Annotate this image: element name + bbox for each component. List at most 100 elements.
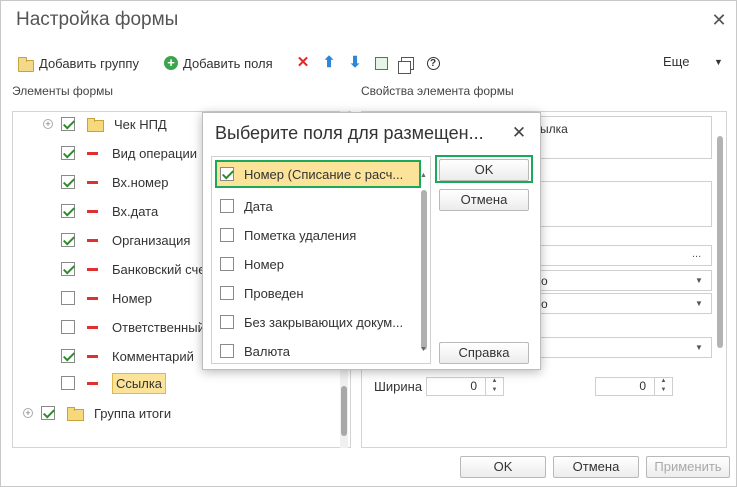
properties-scrollbar-thumb[interactable] [717, 136, 723, 348]
more-dropdown-icon[interactable]: ▼ [714, 57, 723, 67]
chevron-down-icon[interactable]: ▼ [695, 299, 703, 308]
combo-field-3[interactable]: ▼ [536, 337, 712, 358]
tree-item-label: Вид операции [112, 145, 198, 161]
field-icon [87, 238, 98, 242]
list-item[interactable]: Пометка удаления [220, 224, 356, 246]
add-group-button[interactable]: Добавить группу [18, 53, 139, 73]
tree-item-label: Ответственный [112, 319, 205, 335]
move-up-icon[interactable]: ⬆ [320, 54, 338, 72]
help-icon: ? [426, 57, 440, 70]
tree-row[interactable]: Номер [61, 287, 152, 309]
tree-row-group[interactable]: + Чек НПД [43, 113, 167, 135]
dialog-close-icon[interactable]: ✕ [510, 124, 528, 142]
tree-item-label: Группа итоги [94, 405, 172, 421]
tooltip-field[interactable] [536, 181, 712, 227]
add-fields-button[interactable]: + Добавить поля [164, 53, 273, 73]
tree-checkbox[interactable] [61, 175, 75, 189]
tree-row[interactable]: Комментарий [61, 345, 194, 367]
list-item-label: Валюта [244, 343, 290, 359]
properties-scrollbar[interactable] [716, 116, 724, 386]
height-spin[interactable]: ▲ ▼ [654, 377, 672, 396]
footer-cancel-button[interactable]: Отмена [553, 456, 639, 478]
list-item-checkbox[interactable] [220, 257, 234, 271]
field-icon [87, 151, 98, 155]
expand-icon[interactable]: + [43, 119, 53, 129]
field-icon [87, 381, 98, 385]
tree-scrollbar-thumb[interactable] [341, 386, 347, 436]
expand-icon[interactable]: + [23, 408, 33, 418]
folder-icon [67, 407, 84, 421]
list-item-checkbox[interactable] [220, 286, 234, 300]
add-fields-label: Добавить поля [183, 55, 273, 71]
move-down-icon[interactable]: ⬇ [346, 54, 364, 72]
width-value: 0 [470, 379, 477, 393]
list-item[interactable]: Дата [220, 195, 273, 217]
height-value: 0 [639, 379, 646, 393]
tree-checkbox[interactable] [61, 204, 75, 218]
tree-row[interactable]: Вх.дата [61, 200, 158, 222]
tree-checkbox[interactable] [61, 376, 75, 390]
list-item[interactable]: Без закрывающих докум... [220, 311, 403, 333]
dialog-title: Выберите поля для размещен... [215, 123, 484, 143]
tree-row-selected[interactable]: Ссылка [61, 372, 167, 394]
check-all-button[interactable] [372, 54, 390, 72]
tree-checkbox[interactable] [41, 406, 55, 420]
tree-row[interactable]: Организация [61, 229, 190, 251]
tree-checkbox[interactable] [61, 349, 75, 363]
select-fields-dialog: Выберите поля для размещен... ✕ Номер (С… [202, 112, 541, 370]
dialog-ok-button[interactable]: OK [439, 159, 529, 181]
width-spin[interactable]: ▲ ▼ [485, 377, 503, 396]
height-stepper[interactable]: 0 ▲ ▼ [595, 377, 673, 396]
window-close-icon[interactable]: ✕ [709, 10, 729, 30]
tree-checkbox[interactable] [61, 291, 75, 305]
title-field[interactable]: ылка [536, 116, 712, 159]
tree-checkbox[interactable] [61, 146, 75, 160]
combo-1-value: о [541, 274, 548, 288]
tree-checkbox[interactable] [61, 117, 75, 131]
tree-row[interactable]: Банковский сче [61, 258, 205, 280]
list-item[interactable]: Проведен [220, 282, 304, 304]
chevron-down-icon[interactable]: ▼ [695, 343, 703, 352]
dialog-cancel-button[interactable]: Отмена [439, 189, 529, 211]
fields-list: Номер (Списание с расч... Дата Пометка у… [211, 156, 431, 364]
help-button[interactable]: ? [424, 54, 442, 72]
list-item-checkbox[interactable] [220, 315, 234, 329]
combo-field-2[interactable]: о ▼ [536, 293, 712, 314]
list-item-checkbox[interactable] [220, 344, 234, 358]
list-item[interactable]: Валюта [220, 340, 290, 362]
tree-row-group[interactable]: + Группа итоги [23, 402, 171, 424]
more-button[interactable]: Еще [663, 54, 689, 69]
tree-row[interactable]: Ответственный [61, 316, 205, 338]
dialog-help-button[interactable]: Справка [439, 342, 529, 364]
tree-row[interactable]: Вх.номер [61, 171, 168, 193]
scroll-down-icon[interactable]: ▼ [420, 346, 427, 353]
path-field[interactable]: ... [536, 245, 712, 266]
footer-apply-button[interactable]: Применить [646, 456, 730, 478]
list-item-checkbox[interactable] [220, 167, 234, 181]
delete-icon[interactable]: ✕ [294, 54, 312, 72]
form-elements-label: Элементы формы [12, 84, 114, 98]
list-item[interactable]: Номер (Списание с расч... [220, 163, 403, 185]
list-scrollbar-thumb[interactable] [421, 190, 427, 350]
list-item-checkbox[interactable] [220, 228, 234, 242]
uncheck-all-button[interactable] [397, 54, 416, 74]
field-icon [87, 354, 98, 358]
tree-row[interactable]: Вид операции [61, 142, 197, 164]
list-item-checkbox[interactable] [220, 199, 234, 213]
tree-checkbox[interactable] [61, 320, 75, 334]
chevron-down-icon[interactable]: ▼ [695, 276, 703, 285]
tree-item-label: Банковский сче [112, 261, 206, 277]
tree-checkbox[interactable] [61, 233, 75, 247]
folder-add-icon [18, 56, 34, 72]
check-all-icon [374, 57, 388, 70]
select-button[interactable]: ... [692, 248, 701, 260]
tree-checkbox[interactable] [61, 262, 75, 276]
list-scrollbar[interactable] [420, 173, 428, 350]
footer-ok-button[interactable]: OK [460, 456, 546, 478]
list-item-label: Проведен [244, 285, 304, 301]
list-item[interactable]: Номер [220, 253, 284, 275]
list-item-label: Без закрывающих докум... [244, 314, 404, 330]
combo-field-1[interactable]: о ▼ [536, 270, 712, 291]
width-stepper[interactable]: 0 ▲ ▼ [426, 377, 504, 396]
tree-item-label: Вх.дата [112, 203, 159, 219]
